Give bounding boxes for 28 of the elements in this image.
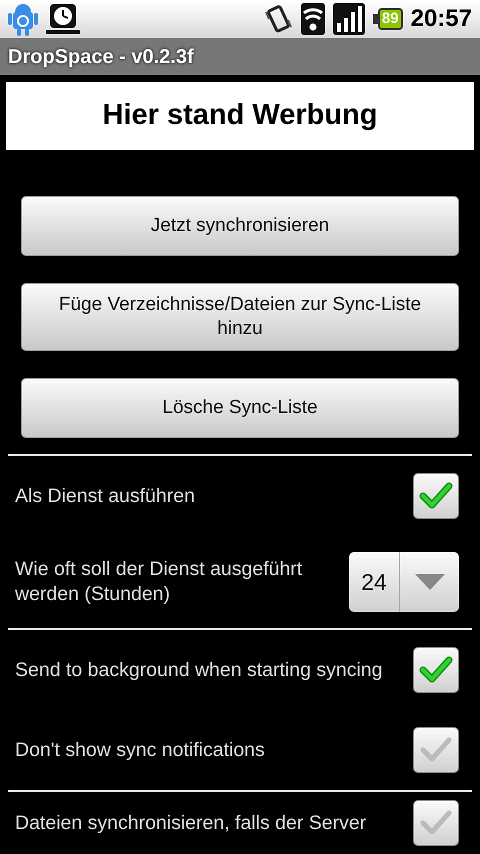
ad-banner: Hier stand Werbung xyxy=(6,82,474,150)
setting-label: Wie oft soll der Dienst ausgeführt werden (Stunden) xyxy=(15,557,304,607)
checkbox[interactable] xyxy=(413,473,459,519)
action-button[interactable]: Jetzt synchronisieren xyxy=(21,196,459,256)
action-button[interactable]: Lösche Sync-Liste xyxy=(21,378,459,438)
window-title: DropSpace - v0.2.3f xyxy=(8,44,194,70)
battery-level: 89 xyxy=(378,8,403,30)
action-button[interactable]: Füge Verzeichnisse/Dateien zur Sync-Liste hinzu xyxy=(21,283,459,351)
checkbox[interactable] xyxy=(413,647,459,693)
hours-spinner[interactable]: 24 xyxy=(349,552,459,612)
status-time: 20:57 xyxy=(410,4,472,34)
dropdown-arrow-icon xyxy=(414,574,444,590)
setting-label: Dateien synchronisieren, falls der Server xyxy=(15,810,366,836)
check-icon xyxy=(419,482,453,510)
signal-icon xyxy=(332,3,365,35)
wifi-icon xyxy=(300,3,325,35)
checkbox[interactable] xyxy=(413,800,459,846)
setting-label: Als Dienst ausführen xyxy=(15,484,195,508)
setting-label: Don't show sync notifications xyxy=(15,738,265,762)
checkbox[interactable] xyxy=(413,727,459,773)
check-icon xyxy=(419,656,453,684)
battery-tip-icon xyxy=(372,14,378,24)
check-icon xyxy=(419,736,453,764)
check-icon xyxy=(419,809,453,837)
setting-label: Send to background when starting syncing xyxy=(15,658,382,682)
vibrate-icon xyxy=(262,4,293,34)
clock-icon xyxy=(46,2,80,36)
android-sync-icon xyxy=(8,2,38,36)
